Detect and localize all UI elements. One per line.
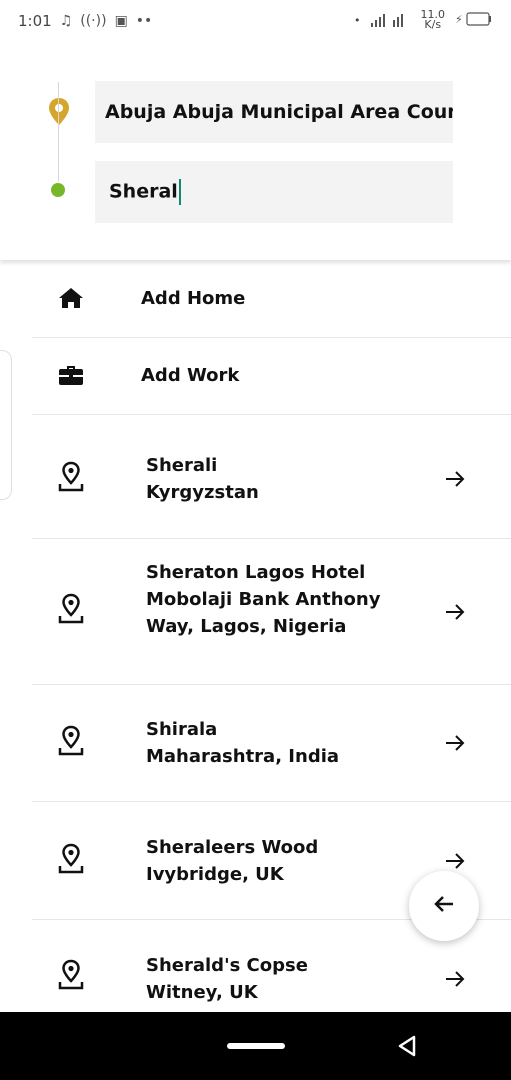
location-marker-icon [56, 461, 86, 493]
result-item[interactable]: Shirala Maharashtra, India [0, 685, 511, 801]
system-navigation-bar [0, 1012, 511, 1080]
route-connector-line [58, 82, 59, 182]
result-text: Sheraleers Wood Ivybridge, UK [146, 834, 406, 888]
add-home-label: Add Home [141, 288, 246, 309]
arrow-right-icon [443, 967, 467, 991]
result-text: Sherald's Copse Witney, UK [146, 952, 406, 1006]
result-address: Maharashtra, India [146, 746, 340, 767]
arrow-left-icon [432, 892, 456, 920]
location-marker-icon [56, 593, 86, 625]
result-address: Ivybridge, UK [146, 864, 284, 885]
battery-icon: ⚡ [455, 11, 493, 29]
network-speed: 11.0 K/s [420, 8, 446, 31]
briefcase-icon [57, 363, 85, 387]
result-name: Sherald's Copse [146, 955, 308, 976]
more-notifications-icon: •• [135, 13, 153, 29]
result-name: Sheraton Lagos Hotel [146, 562, 366, 583]
destination-input[interactable]: Sheral [95, 161, 453, 223]
result-item[interactable]: Sheraton Lagos Hotel Mobolaji Bank Antho… [0, 539, 511, 685]
result-name: Shirala [146, 719, 218, 740]
broadcast-icon: ((·)) [80, 13, 107, 29]
home-gesture-handle[interactable] [227, 1043, 285, 1049]
dot-indicator-icon: • [354, 13, 361, 27]
status-bar: 1:01 ♫ ((·)) ▣ •• • 11.0 K/s ⚡ [0, 0, 511, 44]
back-button[interactable] [409, 871, 479, 941]
result-address: Kyrgyzstan [146, 482, 259, 503]
location-marker-icon [56, 843, 86, 875]
svg-text:⚡: ⚡ [455, 13, 463, 26]
arrow-right-icon [443, 600, 467, 624]
dot-icon [51, 183, 65, 197]
result-text: Shirala Maharashtra, India [146, 716, 406, 770]
status-time: 1:01 [18, 12, 52, 30]
system-back-icon[interactable] [396, 1034, 418, 1062]
origin-input[interactable]: Abuja Abuja Municipal Area Council [95, 81, 453, 143]
destination-text: Sheral [109, 180, 178, 203]
result-text: Sherali Kyrgyzstan [146, 452, 406, 506]
image-icon: ▣ [114, 13, 128, 29]
location-marker-icon [56, 959, 86, 991]
arrow-right-icon [443, 467, 467, 491]
result-name: Sherali [146, 455, 218, 476]
music-icon: ♫ [59, 13, 73, 29]
arrow-right-icon [443, 731, 467, 755]
arrow-right-icon [443, 849, 467, 873]
result-address: Mobolaji Bank Anthony Way, Lagos, Nigeri… [146, 589, 381, 637]
route-input-card: Abuja Abuja Municipal Area Council Shera… [0, 44, 511, 260]
result-item[interactable]: Sherali Kyrgyzstan [0, 415, 511, 538]
location-marker-icon [56, 725, 86, 757]
home-icon [57, 286, 85, 310]
add-work-item[interactable]: Add Work [0, 337, 511, 414]
text-caret [178, 179, 181, 205]
side-drawer-handle[interactable] [0, 350, 12, 500]
result-name: Sheraleers Wood [146, 837, 319, 858]
add-work-label: Add Work [141, 365, 240, 386]
result-address: Witney, UK [146, 982, 258, 1003]
add-home-item[interactable]: Add Home [0, 260, 511, 337]
signal-icon [370, 11, 411, 30]
location-pin-icon [47, 97, 71, 131]
result-text: Sheraton Lagos Hotel Mobolaji Bank Antho… [146, 559, 406, 640]
